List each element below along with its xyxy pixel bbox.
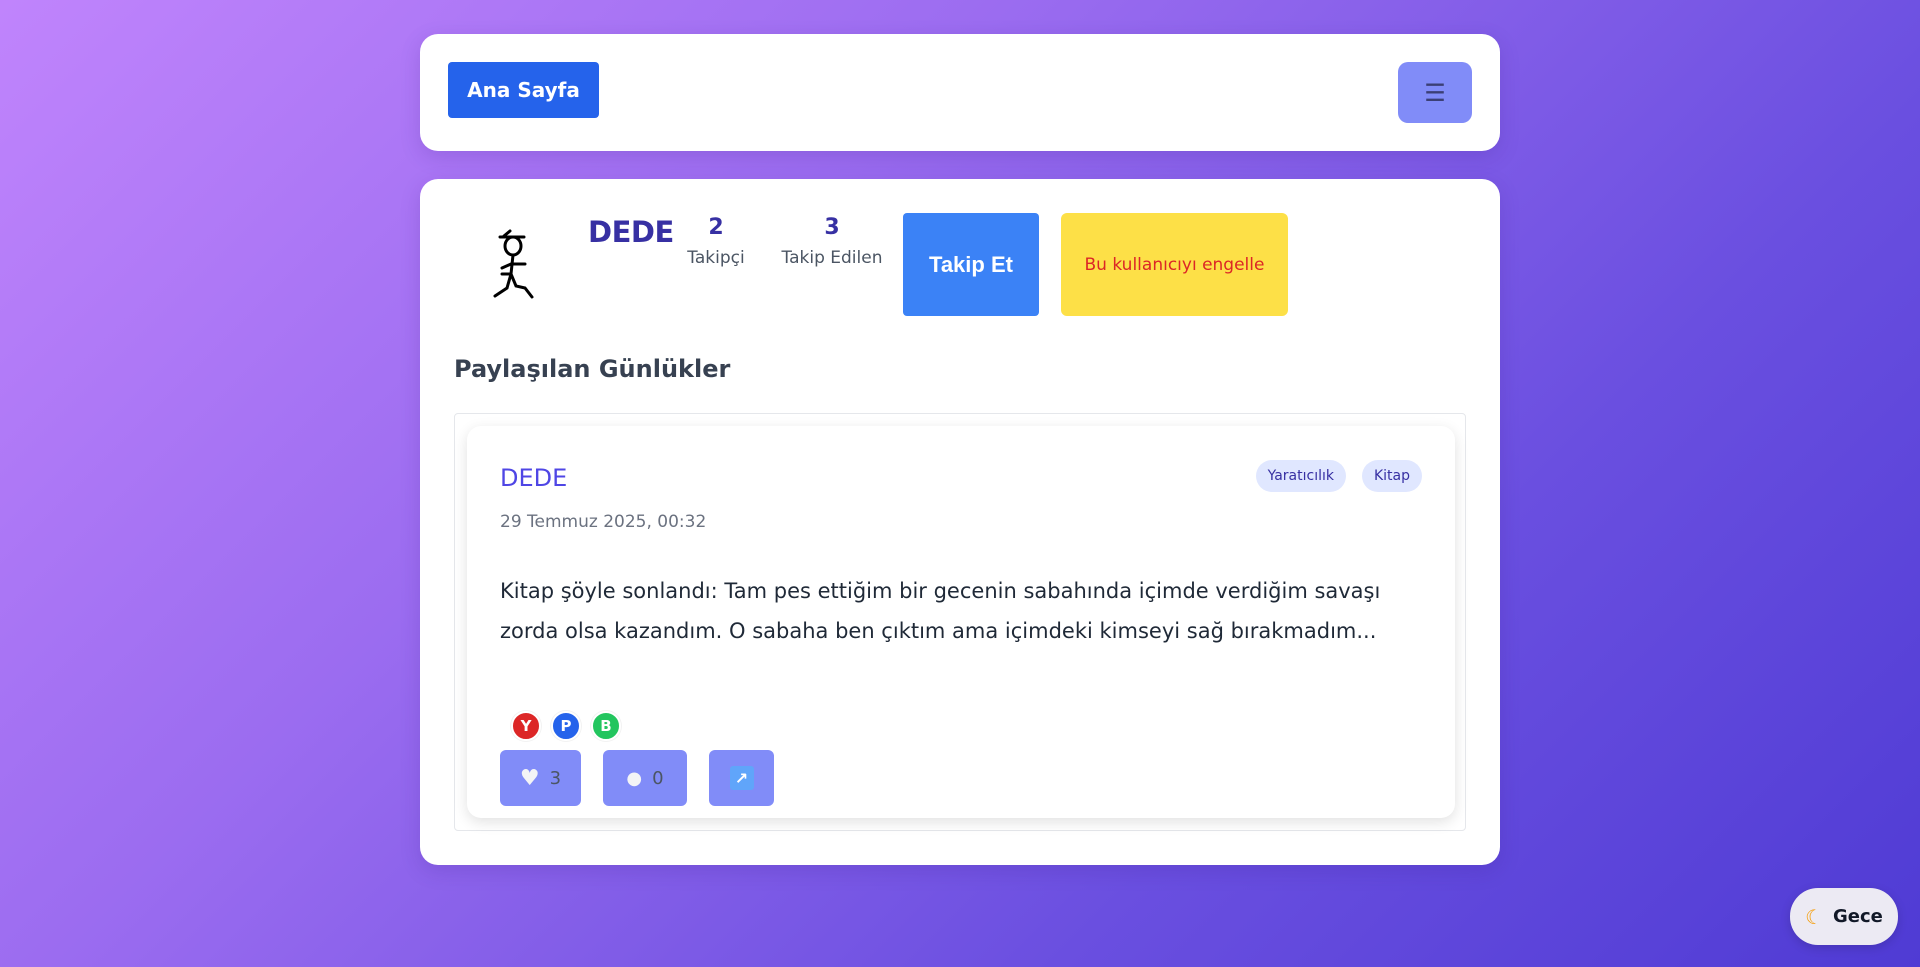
badge-y: Y: [511, 711, 541, 741]
following-label: Takip Edilen: [781, 248, 883, 268]
avatar: [493, 229, 534, 299]
home-button[interactable]: Ana Sayfa: [448, 62, 599, 118]
comment-button[interactable]: ● 0: [603, 750, 687, 806]
followers-stat[interactable]: 2 Takipçi: [686, 215, 746, 268]
comment-count: 0: [652, 767, 664, 789]
shared-diaries-title: Paylaşılan Günlükler: [454, 355, 731, 383]
profile-username: DEDE: [588, 215, 674, 249]
night-mode-toggle[interactable]: ☾ Gece: [1790, 888, 1898, 945]
profile-card: DEDE 2 Takipçi 3 Takip Edilen Takip Et B…: [420, 179, 1500, 865]
top-navbar: Ana Sayfa ☰: [420, 34, 1500, 151]
menu-button[interactable]: ☰: [1398, 62, 1472, 123]
post-actions: ♥ 3 ● 0 ↗: [500, 750, 774, 806]
badge-p: P: [551, 711, 581, 741]
reaction-badges: Y P B: [511, 711, 621, 741]
post-author[interactable]: DEDE: [500, 464, 567, 492]
post-body: Kitap şöyle sonlandı: Tam pes ettiğim bi…: [500, 579, 1381, 643]
posts-list: DEDE 29 Temmuz 2025, 00:32 Yaratıcılık K…: [454, 413, 1466, 831]
speech-bubble-icon: ●: [626, 767, 643, 789]
followers-count: 2: [708, 215, 724, 240]
share-arrow-icon: ↗: [729, 766, 754, 790]
tag-book[interactable]: Kitap: [1361, 460, 1422, 492]
diary-post: DEDE 29 Temmuz 2025, 00:32 Yaratıcılık K…: [467, 426, 1455, 818]
block-user-button[interactable]: Bu kullanıcıyı engelle: [1061, 213, 1288, 316]
like-count: 3: [549, 767, 562, 789]
following-stat[interactable]: 3 Takip Edilen: [778, 215, 886, 268]
heart-icon: ♥: [519, 765, 540, 791]
badge-b: B: [591, 711, 621, 741]
followers-label: Takipçi: [687, 248, 745, 268]
post-tags: Yaratıcılık Kitap: [1255, 460, 1422, 492]
follow-button[interactable]: Takip Et: [903, 213, 1039, 316]
share-button[interactable]: ↗: [709, 750, 774, 806]
following-count: 3: [824, 215, 840, 240]
tag-creativity[interactable]: Yaratıcılık: [1255, 460, 1346, 492]
night-mode-label: Gece: [1833, 906, 1883, 927]
hamburger-icon: ☰: [1424, 78, 1446, 107]
moon-icon: ☾: [1805, 904, 1824, 929]
like-button[interactable]: ♥ 3: [500, 750, 581, 806]
post-date: 29 Temmuz 2025, 00:32: [500, 512, 707, 532]
